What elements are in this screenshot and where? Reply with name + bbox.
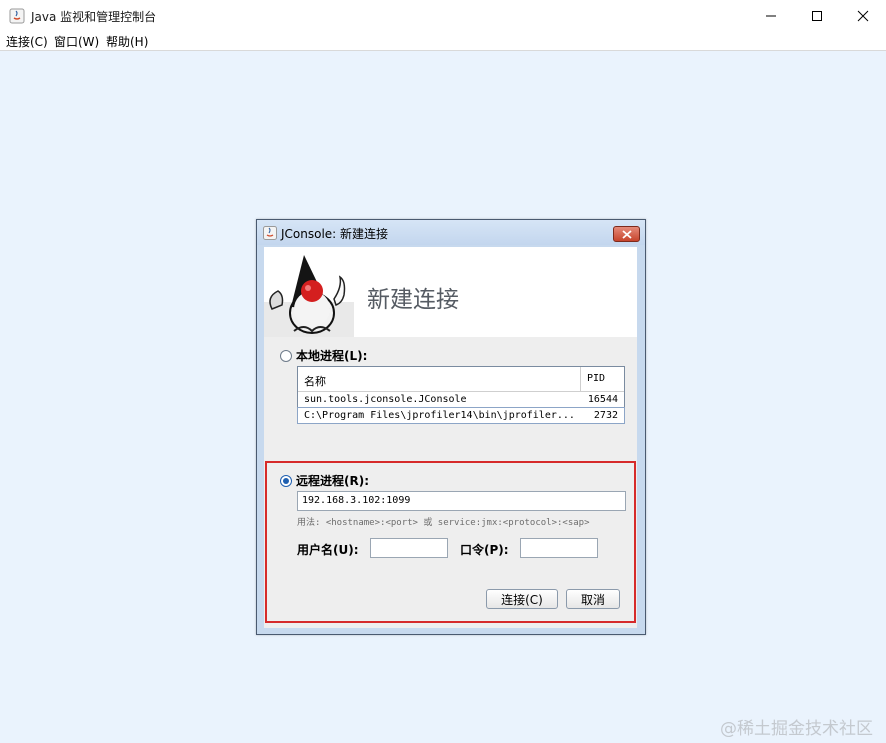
window-title: Java 监视和管理控制台 — [31, 10, 157, 24]
process-name: sun.tools.jconsole.JConsole — [304, 394, 467, 405]
minimize-button[interactable] — [748, 0, 794, 31]
duke-mascot-icon — [264, 247, 354, 340]
close-button[interactable] — [840, 0, 886, 31]
menu-bar: 连接(C) 窗口(W) 帮助(H) — [0, 31, 886, 51]
connect-button[interactable]: 连接(C) — [486, 589, 558, 609]
column-pid-header-cell[interactable]: PID — [580, 367, 625, 391]
menu-window[interactable]: 窗口(W) — [54, 33, 99, 50]
usage-hint: 用法: <hostname>:<port> 或 service:jmx:<pro… — [297, 518, 590, 528]
new-connection-dialog: JConsole: 新建连接 新建连接 本地进程(L): 名称 PID sun.… — [256, 219, 646, 635]
username-label: 用户名(U): — [297, 543, 359, 557]
local-process-radio[interactable] — [280, 349, 292, 362]
process-pid: 2732 — [593, 410, 618, 421]
maximize-button[interactable] — [794, 0, 840, 31]
menu-help[interactable]: 帮助(H) — [106, 33, 148, 50]
table-header: 名称 PID — [298, 367, 624, 392]
column-pid-header: PID — [587, 373, 606, 384]
dialog-title-bar: JConsole: 新建连接 — [257, 220, 645, 245]
java-app-icon — [9, 8, 25, 24]
local-process-table[interactable]: 名称 PID sun.tools.jconsole.JConsole 16544… — [297, 366, 625, 424]
password-field[interactable] — [520, 538, 598, 558]
remote-address-input[interactable]: 192.168.3.102:1099 — [297, 491, 626, 511]
remote-process-option[interactable]: 远程进程(R): — [280, 472, 369, 489]
cancel-button[interactable]: 取消 — [566, 589, 620, 609]
dialog-body: 新建连接 本地进程(L): 名称 PID sun.tools.jconsole.… — [264, 247, 637, 628]
menu-connect[interactable]: 连接(C) — [6, 33, 48, 50]
banner-title: 新建连接 — [367, 287, 459, 313]
dialog-title: JConsole: 新建连接 — [281, 227, 389, 241]
table-row[interactable]: C:\Program Files\jprofiler14\bin\jprofil… — [297, 407, 625, 424]
remote-process-radio[interactable] — [280, 474, 292, 487]
column-name-header[interactable]: 名称 — [304, 373, 326, 389]
local-process-label: 本地进程(L): — [296, 349, 368, 363]
table-row[interactable]: sun.tools.jconsole.JConsole 16544 — [298, 392, 624, 407]
password-label: 口令(P): — [460, 543, 509, 557]
dialog-close-button[interactable] — [613, 226, 640, 242]
java-dialog-icon — [263, 226, 277, 240]
title-bar: Java 监视和管理控制台 — [0, 0, 886, 31]
username-field[interactable] — [370, 538, 448, 558]
dialog-banner: 新建连接 — [264, 247, 637, 337]
process-pid: 16544 — [587, 394, 618, 405]
watermark: @稀土掘金技术社区 — [720, 719, 873, 739]
remote-process-label: 远程进程(R): — [296, 474, 370, 488]
process-name: C:\Program Files\jprofiler14\bin\jprofil… — [304, 410, 575, 421]
local-process-option[interactable]: 本地进程(L): — [280, 347, 367, 364]
